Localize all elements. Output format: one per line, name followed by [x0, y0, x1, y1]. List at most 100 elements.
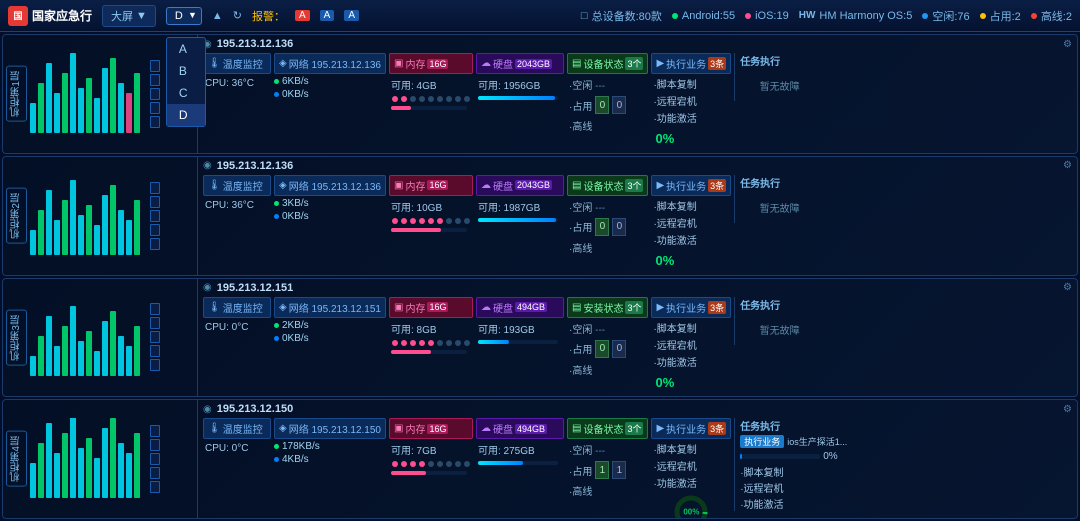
refresh-icon[interactable]: ↻ [233, 9, 242, 22]
panel-sections-1: 🌡 温度监控 CPU: 36°C ◈ 网络 195.213.12.136 6KB… [203, 53, 1072, 150]
mem-badge: 16G [427, 424, 448, 434]
disk-header: ☁ 硬盘 494GB [476, 297, 564, 318]
rack-ip: 195.213.12.151 [217, 282, 293, 294]
device-section-1: ▤ 设备状态 3个 ·空闲 --- ·占用 0 0 ·高线 [567, 53, 648, 134]
wifi-icon: ◈ [279, 58, 287, 69]
net-speed1-row: 3KB/s [274, 198, 386, 209]
exec-icon: ▶ [656, 58, 664, 69]
settings-icon[interactable]: ⚙ [1063, 39, 1072, 50]
cpu-temp: CPU: 0°C [203, 320, 271, 335]
net-section-4: ◈ 网络 195.213.12.150 178KB/s 4KB/s [274, 418, 386, 465]
active-task-label: ios生产探活1... [787, 435, 847, 448]
settings-icon[interactable]: ⚙ [1063, 160, 1072, 171]
disk-avail: 可用: 1956GB [476, 76, 564, 93]
mem-badge: 16G [427, 302, 448, 312]
signal-icon: ◉ [203, 160, 212, 171]
net-speed1: 3KB/s [282, 198, 309, 209]
section-dropdown[interactable]: D ▼ [166, 7, 202, 25]
free-stat: 空闲:76 [922, 8, 969, 24]
dropdown-value: D [175, 10, 183, 22]
exec-section-2: ▶ 执行业务 3条 ·脚本复制·远程宕机·功能激活 0% [651, 175, 731, 272]
exec-badge: 3条 [708, 301, 726, 314]
net-speed1-row: 2KB/s [274, 320, 386, 331]
temp-section-1: 🌡 温度监控 CPU: 36°C [203, 53, 271, 91]
mem-progress-wrap [391, 350, 467, 354]
topbar: 国 国家应急行 大屏 ▼ D ▼ A B C D ▲ ↻ 报警： A A A □… [0, 0, 1080, 32]
mem-progress-fill [391, 350, 431, 354]
task-item: ·功能激活 [651, 475, 731, 490]
task-item: ·远程宕机 [651, 337, 731, 352]
mem-dots [389, 95, 473, 103]
mem-progress-fill [391, 228, 441, 232]
rack-mini-boxes [150, 303, 160, 371]
memory-icon: ▣ [394, 180, 403, 191]
thermometer-icon: 🌡 [208, 58, 221, 69]
logo-icon: 国 [8, 6, 28, 26]
temp-label: 温度监控 [223, 421, 263, 436]
task-title-4: 任务执行 [740, 418, 847, 433]
net-dot2 [274, 457, 279, 462]
screen-button[interactable]: 大屏 ▼ [102, 5, 156, 27]
device-label: 安装状态 [583, 300, 623, 315]
device-label: 设备状态 [583, 421, 623, 436]
net-speed1: 6KB/s [282, 76, 309, 87]
device-section-3: ▤ 安装状态 3个 ·空闲 --- ·占用 0 0 ·高线 [567, 297, 648, 378]
temp-header: 🌡 温度监控 [203, 53, 271, 74]
device-icon: □ [581, 10, 588, 22]
device-badge: 3个 [625, 301, 643, 314]
cpu-temp: CPU: 36°C [203, 76, 271, 91]
dropdown-item-b[interactable]: B [167, 60, 205, 82]
net-speed2-row: 4KB/s [274, 454, 386, 465]
disk-progress-wrap [478, 218, 558, 222]
panel-header-4: ◉ 195.213.12.150 ⚙ [203, 403, 1072, 416]
settings-icon[interactable]: ⚙ [1063, 282, 1072, 293]
device-section-4: ▤ 设备状态 3个 ·空闲 --- ·占用 1 1 ·高线 [567, 418, 648, 499]
net-label: 网络 195.213.12.136 [289, 56, 381, 71]
task-panel-1: 任务执行 暂无故障 [734, 53, 819, 101]
device-free: ·空闲 --- [567, 441, 648, 458]
dropdown-item-a[interactable]: A [167, 38, 205, 60]
disk-section-2: ☁ 硬盘 2043GB 可用: 1987GB [476, 175, 564, 223]
rack-bars-svg-2 [30, 175, 145, 257]
settings-icon[interactable]: ⚙ [1063, 404, 1072, 415]
memory-icon: ▣ [394, 302, 403, 313]
disk-header: ☁ 硬盘 2043GB [476, 53, 564, 74]
mem-progress-fill [391, 106, 411, 110]
disk-header: ☁ 硬盘 2043GB [476, 175, 564, 196]
panel-sections-4: 🌡 温度监控 CPU: 0°C ◈ 网络 195.213.12.150 178K… [203, 418, 1072, 518]
android-stat: Android:55 [672, 10, 735, 22]
task-panel-2: 任务执行 暂无故障 [734, 175, 819, 223]
free-label: 空闲:76 [932, 8, 969, 24]
device-header: ▤ 设备状态 3个 [567, 175, 648, 196]
memory-icon: ▣ [394, 423, 403, 434]
dropdown-item-c[interactable]: C [167, 82, 205, 104]
device-header: ▤ 设备状态 3个 [567, 53, 648, 74]
mem-dots [389, 217, 473, 225]
net-dot1 [274, 201, 279, 206]
disk-icon: ☁ [481, 302, 491, 313]
rack-visual-4: 机柜第4层 [3, 400, 198, 518]
rack-panel-4: ◉ 195.213.12.150 ⚙ 🌡 温度监控 CPU: 0°C ◈ [198, 400, 1077, 518]
mem-header: ▣ 内存 16G [389, 297, 473, 318]
rack-panel-2: ◉ 195.213.12.136 ⚙ 🌡 温度监控 CPU: 36°C ◈ [198, 157, 1077, 275]
net-header: ◈ 网络 195.213.12.151 [274, 297, 386, 318]
mem-header: ▣ 内存 16G [389, 418, 473, 439]
mem-progress-wrap [391, 106, 467, 110]
net-speed2: 0KB/s [282, 89, 309, 100]
wifi-icon: ◈ [279, 423, 287, 434]
signal-icon: ◉ [203, 404, 212, 415]
used-dot [980, 13, 986, 19]
device-high: ·高线 [567, 117, 648, 134]
rack-mini-boxes [150, 182, 160, 250]
device-header: ▤ 设备状态 3个 [567, 418, 648, 439]
dropdown-item-d[interactable]: D [167, 104, 205, 126]
temp-section-4: 🌡 温度监控 CPU: 0°C [203, 418, 271, 456]
temp-section-2: 🌡 温度监控 CPU: 36°C [203, 175, 271, 213]
disk-label: 硬盘 [493, 56, 513, 71]
rack-visual-2: 机柜第2层 [3, 157, 198, 275]
dropdown-arrow: ▼ [188, 10, 197, 20]
panel-header-3: ◉ 195.213.12.151 ⚙ [203, 282, 1072, 295]
upload-icon: ▲ [212, 10, 223, 22]
exec-label: 执行业务 [666, 300, 706, 315]
net-section-3: ◈ 网络 195.213.12.151 2KB/s 0KB/s [274, 297, 386, 344]
